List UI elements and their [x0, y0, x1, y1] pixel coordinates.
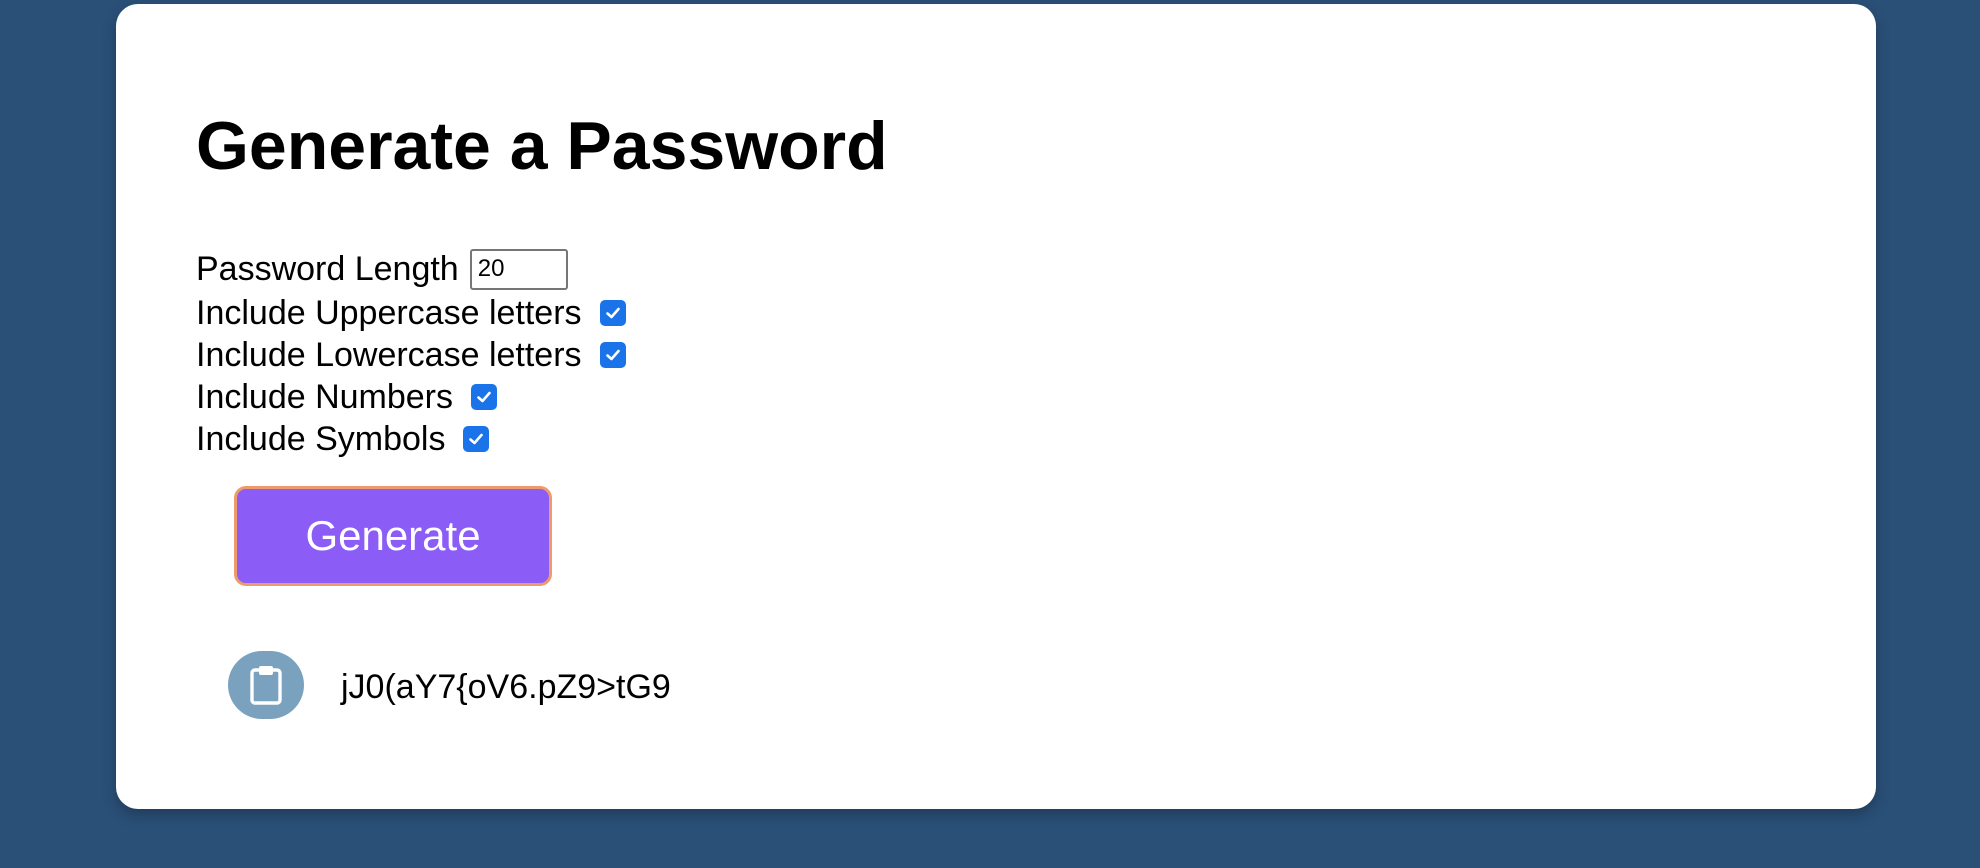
- checkmark-icon: [477, 391, 491, 403]
- checkmark-icon: [605, 349, 620, 361]
- password-length-row: Password Length: [196, 245, 568, 293]
- clipboard-icon: [250, 666, 282, 705]
- symbols-checkbox[interactable]: [463, 426, 490, 452]
- checkmark-icon: [605, 307, 620, 319]
- numbers-checkbox[interactable]: [471, 384, 498, 410]
- generated-password: jJ0(aY7{oV6.pZ9>tG9: [341, 668, 671, 706]
- generator-card: Generate a Password Password Length Incl…: [116, 4, 1876, 809]
- password-length-label: Password Length: [196, 249, 459, 288]
- symbols-label: Include Symbols: [196, 419, 446, 458]
- checkmark-icon: [469, 433, 484, 445]
- uppercase-label: Include Uppercase letters: [196, 293, 582, 332]
- uppercase-checkbox[interactable]: [599, 300, 626, 326]
- lowercase-label: Include Lowercase letters: [196, 335, 582, 374]
- uppercase-option-row: Include Uppercase letters: [196, 290, 626, 336]
- password-length-input[interactable]: [469, 248, 568, 290]
- numbers-option-row: Include Numbers: [196, 374, 498, 420]
- symbols-option-row: Include Symbols: [196, 416, 490, 462]
- generate-button[interactable]: Generate: [234, 486, 552, 586]
- page-title: Generate a Password: [196, 108, 888, 184]
- copy-to-clipboard-button[interactable]: [228, 651, 304, 719]
- lowercase-checkbox[interactable]: [599, 342, 626, 368]
- lowercase-option-row: Include Lowercase letters: [196, 332, 626, 378]
- numbers-label: Include Numbers: [196, 377, 454, 416]
